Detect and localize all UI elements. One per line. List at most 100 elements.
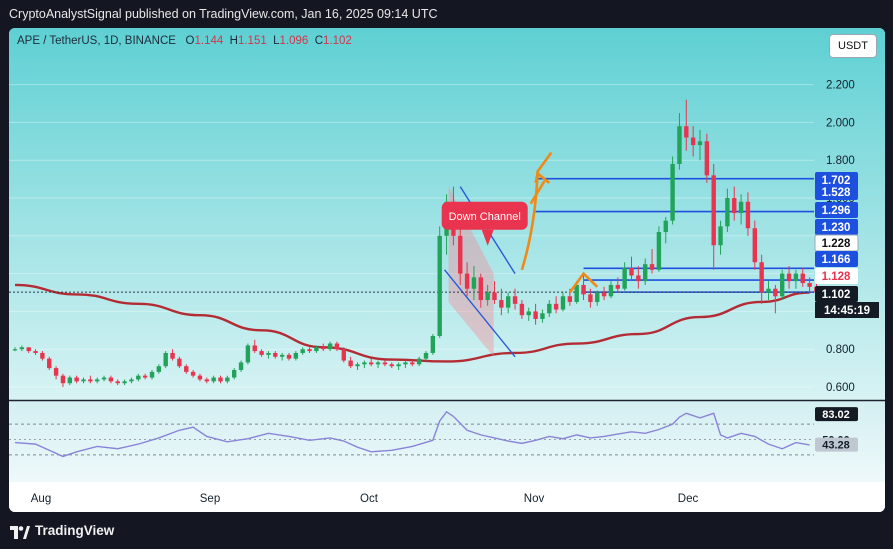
candle-body	[745, 201, 751, 229]
price-chart[interactable]: 2.2002.0001.8001.6001.4001.2001.0000.800…	[9, 28, 885, 512]
close-label: C	[314, 35, 324, 47]
candle-body	[759, 262, 764, 293]
price-tag-label: 1.228	[822, 238, 851, 250]
candle-body	[430, 335, 436, 353]
candle-body	[142, 375, 148, 378]
candle-body	[677, 126, 682, 164]
y-tick-label: 0.800	[826, 344, 855, 356]
candle-body	[601, 292, 607, 297]
footer-bar: TradingView	[0, 516, 893, 549]
candle-body	[478, 277, 483, 301]
low-value: 1.096	[279, 35, 309, 47]
candle-body	[245, 345, 251, 363]
price-tag-label: 1.166	[822, 254, 851, 266]
chart-panel[interactable]: 2.2002.0001.8001.6001.4001.2001.0000.800…	[9, 28, 885, 512]
candle-body	[410, 362, 415, 365]
rsi-tag-label: 83.02	[822, 409, 850, 421]
candle-body	[129, 379, 134, 382]
candle-body	[464, 273, 470, 289]
candle-body	[232, 369, 237, 378]
x-tick-label: Dec	[678, 493, 699, 505]
candle-body	[526, 311, 531, 316]
candle-body	[540, 313, 545, 319]
x-tick-label: Nov	[524, 493, 545, 505]
candle-body	[581, 284, 586, 295]
candle-body	[170, 352, 175, 359]
candle-body	[773, 288, 778, 297]
candle-body	[732, 198, 737, 214]
candle-body	[416, 358, 422, 365]
candle-body	[512, 296, 518, 304]
candle-body	[697, 141, 703, 146]
y-tick-label: 2.200	[826, 80, 855, 92]
candle-body	[369, 362, 374, 365]
candle-body	[423, 352, 429, 359]
candle-body	[74, 377, 79, 382]
candle-body	[458, 235, 463, 274]
candle-body	[252, 345, 257, 352]
candle-body	[615, 284, 620, 289]
candle-body	[553, 303, 559, 310]
candle-body	[649, 264, 655, 270]
candle-body	[163, 352, 168, 367]
candle-body	[197, 375, 203, 380]
candle-body	[807, 283, 812, 287]
candle-body	[355, 364, 360, 367]
candle-body	[12, 349, 18, 351]
candle-body	[718, 226, 723, 246]
candle-body	[238, 362, 244, 370]
candle-body	[800, 273, 805, 284]
candle-body	[396, 364, 401, 367]
candle-body	[547, 303, 552, 314]
candle-body	[636, 275, 641, 282]
candle-body	[314, 347, 319, 352]
candle-body	[60, 375, 66, 384]
open-value: 1.144	[194, 35, 224, 47]
candle-body	[204, 379, 209, 382]
candle-body	[286, 354, 292, 359]
candle-body	[560, 296, 566, 310]
close-value: 1.102	[323, 35, 352, 47]
candle-body	[499, 300, 504, 308]
high-label: H	[229, 35, 238, 47]
candle-body	[738, 201, 744, 214]
candle-body	[725, 198, 730, 227]
candle-body	[704, 141, 710, 176]
candle-body	[108, 377, 114, 382]
candle-body	[218, 377, 223, 382]
candle-body	[588, 294, 593, 302]
x-tick-label: Aug	[31, 493, 51, 505]
candle-body	[533, 311, 538, 319]
candle-body	[136, 375, 141, 380]
candle-body	[67, 377, 72, 384]
candle-body	[485, 292, 490, 301]
tradingview-logo-icon	[10, 526, 30, 539]
y-tick-label: 2.000	[826, 117, 855, 129]
candle-body	[293, 352, 299, 359]
rsi-pane-background	[9, 401, 885, 482]
candle-body	[19, 347, 25, 350]
candle-body	[766, 288, 771, 293]
currency-button[interactable]: USDT	[829, 34, 877, 58]
candle-body	[149, 371, 155, 378]
candle-body	[608, 284, 614, 297]
candle-body	[622, 267, 627, 289]
price-tag-label: 1.102	[822, 289, 851, 301]
candle-body	[211, 377, 216, 382]
candle-body	[225, 377, 230, 382]
candle-body	[375, 362, 381, 365]
price-tag-label: 1.528	[822, 187, 851, 199]
x-tick-label: Sep	[200, 493, 220, 505]
candle-body	[574, 284, 579, 302]
time-axis-background	[9, 482, 885, 512]
candle-body	[190, 371, 196, 376]
candle-body	[40, 352, 45, 359]
candle-body	[88, 379, 93, 382]
candle-body	[437, 235, 442, 336]
candle-body	[122, 381, 127, 384]
candle-body	[47, 358, 52, 369]
candle-body	[471, 277, 477, 289]
candle-body	[300, 349, 305, 353]
candle-body	[95, 379, 100, 382]
candle-body	[684, 126, 689, 138]
